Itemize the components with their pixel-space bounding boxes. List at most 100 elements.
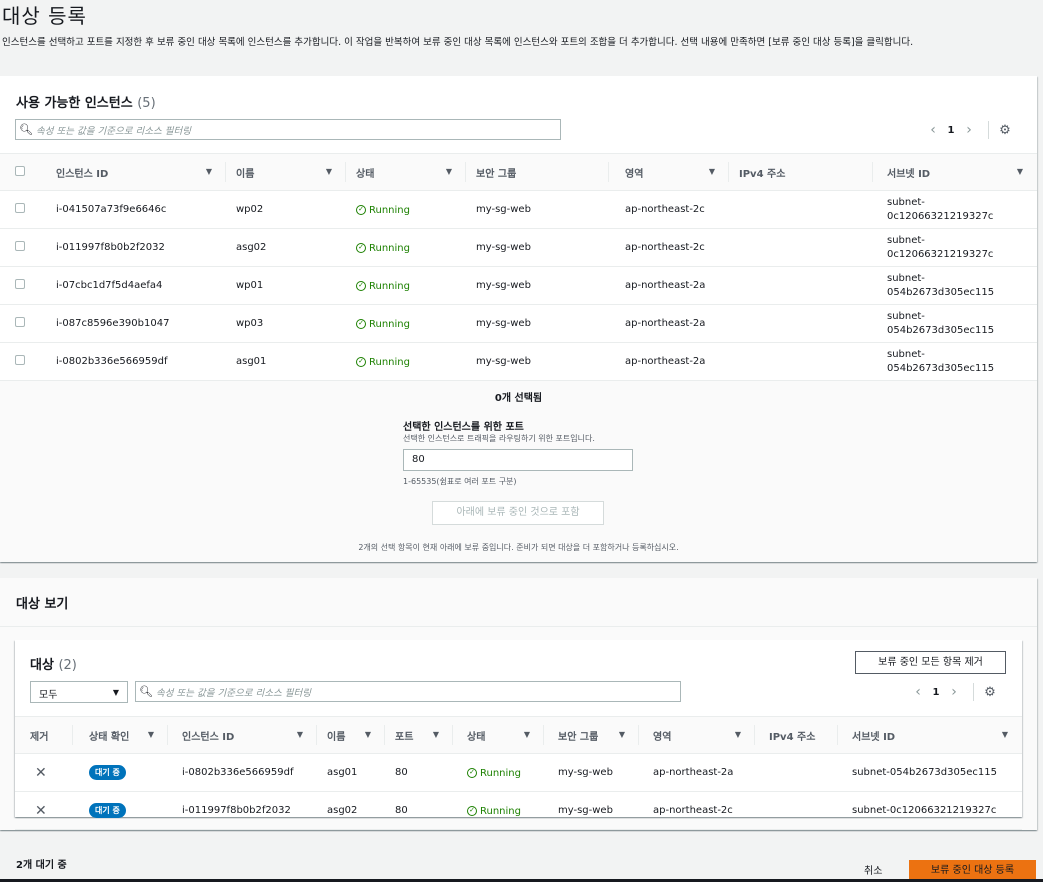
- available-instances-title: 사용 가능한 인스턴스: [16, 96, 133, 111]
- gear-icon[interactable]: ⚙: [997, 123, 1013, 138]
- sort-icon: ▼: [1001, 730, 1008, 739]
- row-checkbox[interactable]: [15, 317, 25, 327]
- search-icon: 🔍︎: [139, 685, 153, 698]
- sort-icon: ▼: [708, 167, 715, 176]
- table-row[interactable]: i-07cbc1d7f5d4aefa4 wp01 ✓ Running my-sg-…: [0, 266, 1037, 305]
- close-icon[interactable]: ✕: [35, 803, 47, 819]
- check-circle-icon: ✓: [356, 281, 366, 292]
- check-circle-icon: ✓: [467, 768, 477, 779]
- instances-search-input[interactable]: 🔍︎ 속성 또는 값을 기준으로 리소스 필터링: [15, 119, 561, 140]
- zone: ap-northeast-2c: [609, 190, 729, 229]
- instance-name: asg02: [317, 791, 385, 830]
- column-remove: 제거: [15, 716, 73, 754]
- security-group: my-sg-web: [466, 342, 609, 381]
- column-instance-id[interactable]: 인스턴스 ID ▼: [42, 153, 226, 191]
- subnet-id: subnet-054b2673d305ec115: [873, 342, 1037, 381]
- security-group: my-sg-web: [544, 753, 639, 792]
- column-security-group[interactable]: 보안 그룹: [466, 153, 609, 191]
- column-state[interactable]: 상태 ▼: [453, 716, 544, 754]
- chevron-right-icon[interactable]: ›: [943, 684, 965, 700]
- remove-all-pending-button[interactable]: 보류 중인 모든 항목 제거: [855, 651, 1006, 674]
- row-checkbox[interactable]: [15, 355, 25, 365]
- review-targets-title: 대상 보기: [16, 597, 69, 612]
- port-input[interactable]: 80: [403, 449, 633, 471]
- column-name[interactable]: 이름 ▼: [317, 716, 385, 754]
- column-security-group[interactable]: 보안 그룹 ▼: [544, 716, 639, 754]
- port-description: 선택한 인스턴스로 트래픽을 라우팅하기 위한 포트입니다.: [403, 434, 595, 443]
- instance-name: asg01: [317, 753, 385, 792]
- column-instance-id[interactable]: 인스턴스 ID ▼: [168, 716, 317, 754]
- security-group: my-sg-web: [544, 791, 639, 830]
- targets-search-input[interactable]: 🔍︎ 속성 또는 값을 기준으로 리소스 필터링: [135, 681, 681, 702]
- row-checkbox[interactable]: [15, 203, 25, 213]
- instance-id: i-087c8596e390b1047: [42, 304, 226, 343]
- cancel-button[interactable]: 취소: [864, 862, 882, 877]
- status-badge: 대기 중: [89, 803, 126, 818]
- chevron-right-icon[interactable]: ›: [958, 122, 980, 138]
- available-instances-header: 사용 가능한 인스턴스 (5): [16, 92, 156, 111]
- security-group: my-sg-web: [466, 304, 609, 343]
- security-group: my-sg-web: [466, 190, 609, 229]
- page-title: 대상 등록: [2, 4, 87, 28]
- instance-id: i-0802b336e566959df: [168, 753, 317, 792]
- targets-count: (2): [58, 658, 77, 673]
- ipv4: [755, 753, 838, 792]
- sort-icon: ▼: [1016, 167, 1023, 176]
- column-subnet-id[interactable]: 서브넷 ID ▼: [873, 153, 1037, 191]
- column-port[interactable]: 포트 ▼: [385, 716, 453, 754]
- check-circle-icon: ✓: [356, 357, 366, 368]
- instance-name: asg02: [226, 228, 346, 267]
- filter-select[interactable]: 모두 ▼: [30, 681, 128, 703]
- check-circle-icon: ✓: [356, 319, 366, 330]
- table-row[interactable]: i-041507a73f9e6646c wp02 ✓ Running my-sg-…: [0, 190, 1037, 229]
- page-description: 인스턴스를 선택하고 포트를 지정한 후 보류 중인 대상 목록에 인스턴스를 …: [2, 37, 914, 48]
- table-row[interactable]: i-0802b336e566959df asg01 ✓ Running my-sg…: [0, 342, 1037, 381]
- gear-icon[interactable]: ⚙: [982, 685, 998, 700]
- close-icon[interactable]: ✕: [35, 765, 47, 781]
- column-ipv4[interactable]: IPv4 주소: [729, 153, 873, 191]
- check-circle-icon: ✓: [467, 806, 477, 817]
- row-checkbox[interactable]: [15, 241, 25, 251]
- ipv4: [729, 304, 873, 343]
- column-state[interactable]: 상태 ▼: [346, 153, 466, 191]
- security-group: my-sg-web: [466, 266, 609, 305]
- column-zone[interactable]: 영역 ▼: [609, 153, 729, 191]
- column-zone[interactable]: 영역 ▼: [639, 716, 755, 754]
- sort-icon: ▼: [296, 730, 303, 739]
- status-running: ✓ Running: [356, 357, 410, 368]
- select-all-checkbox[interactable]: [15, 165, 25, 176]
- ipv4: [729, 228, 873, 267]
- zone: ap-northeast-2a: [609, 304, 729, 343]
- instance-id: i-07cbc1d7f5d4aefa4: [42, 266, 226, 305]
- sort-icon: ▼: [325, 167, 332, 176]
- caret-down-icon: ▼: [112, 688, 119, 697]
- pending-count: 2개 대기 중: [16, 860, 67, 871]
- pagination: ‹ 1 › ⚙: [907, 683, 998, 701]
- subnet-id: subnet-054b2673d305ec115: [838, 753, 1022, 792]
- port-label: 선택한 인스턴스를 위한 포트: [403, 422, 524, 433]
- zone: ap-northeast-2c: [609, 228, 729, 267]
- row-checkbox[interactable]: [15, 279, 25, 289]
- page-number[interactable]: 1: [929, 687, 943, 698]
- table-row[interactable]: i-087c8596e390b1047 wp03 ✓ Running my-sg-…: [0, 304, 1037, 343]
- column-name[interactable]: 이름 ▼: [226, 153, 346, 191]
- column-subnet-id[interactable]: 서브넷 ID ▼: [838, 716, 1022, 754]
- check-circle-icon: ✓: [356, 205, 366, 216]
- pending-notice: 2개의 선택 항목이 현재 아래에 보류 중입니다. 준비가 되면 대상을 더 …: [358, 543, 679, 552]
- column-ipv4[interactable]: IPv4 주소: [755, 716, 838, 754]
- instance-id: i-041507a73f9e6646c: [42, 190, 226, 229]
- column-health[interactable]: 상태 확인 ▼: [73, 716, 168, 754]
- subnet-id: subnet-0c12066321219327c: [838, 791, 1022, 830]
- include-pending-button[interactable]: 아래에 보류 중인 것으로 포함: [432, 501, 604, 525]
- selected-count: 0개 선택됨: [494, 393, 543, 404]
- sort-icon: ▼: [205, 167, 212, 176]
- table-row[interactable]: i-011997f8b0b2f2032 asg02 ✓ Running my-sg…: [0, 228, 1037, 267]
- targets-title: 대상: [30, 658, 54, 673]
- status-running: ✓ Running: [356, 319, 410, 330]
- ipv4: [729, 342, 873, 381]
- chevron-left-icon[interactable]: ‹: [907, 684, 929, 700]
- page-number[interactable]: 1: [944, 125, 958, 136]
- instance-name: asg01: [226, 342, 346, 381]
- zone: ap-northeast-2a: [639, 753, 755, 792]
- chevron-left-icon[interactable]: ‹: [922, 122, 944, 138]
